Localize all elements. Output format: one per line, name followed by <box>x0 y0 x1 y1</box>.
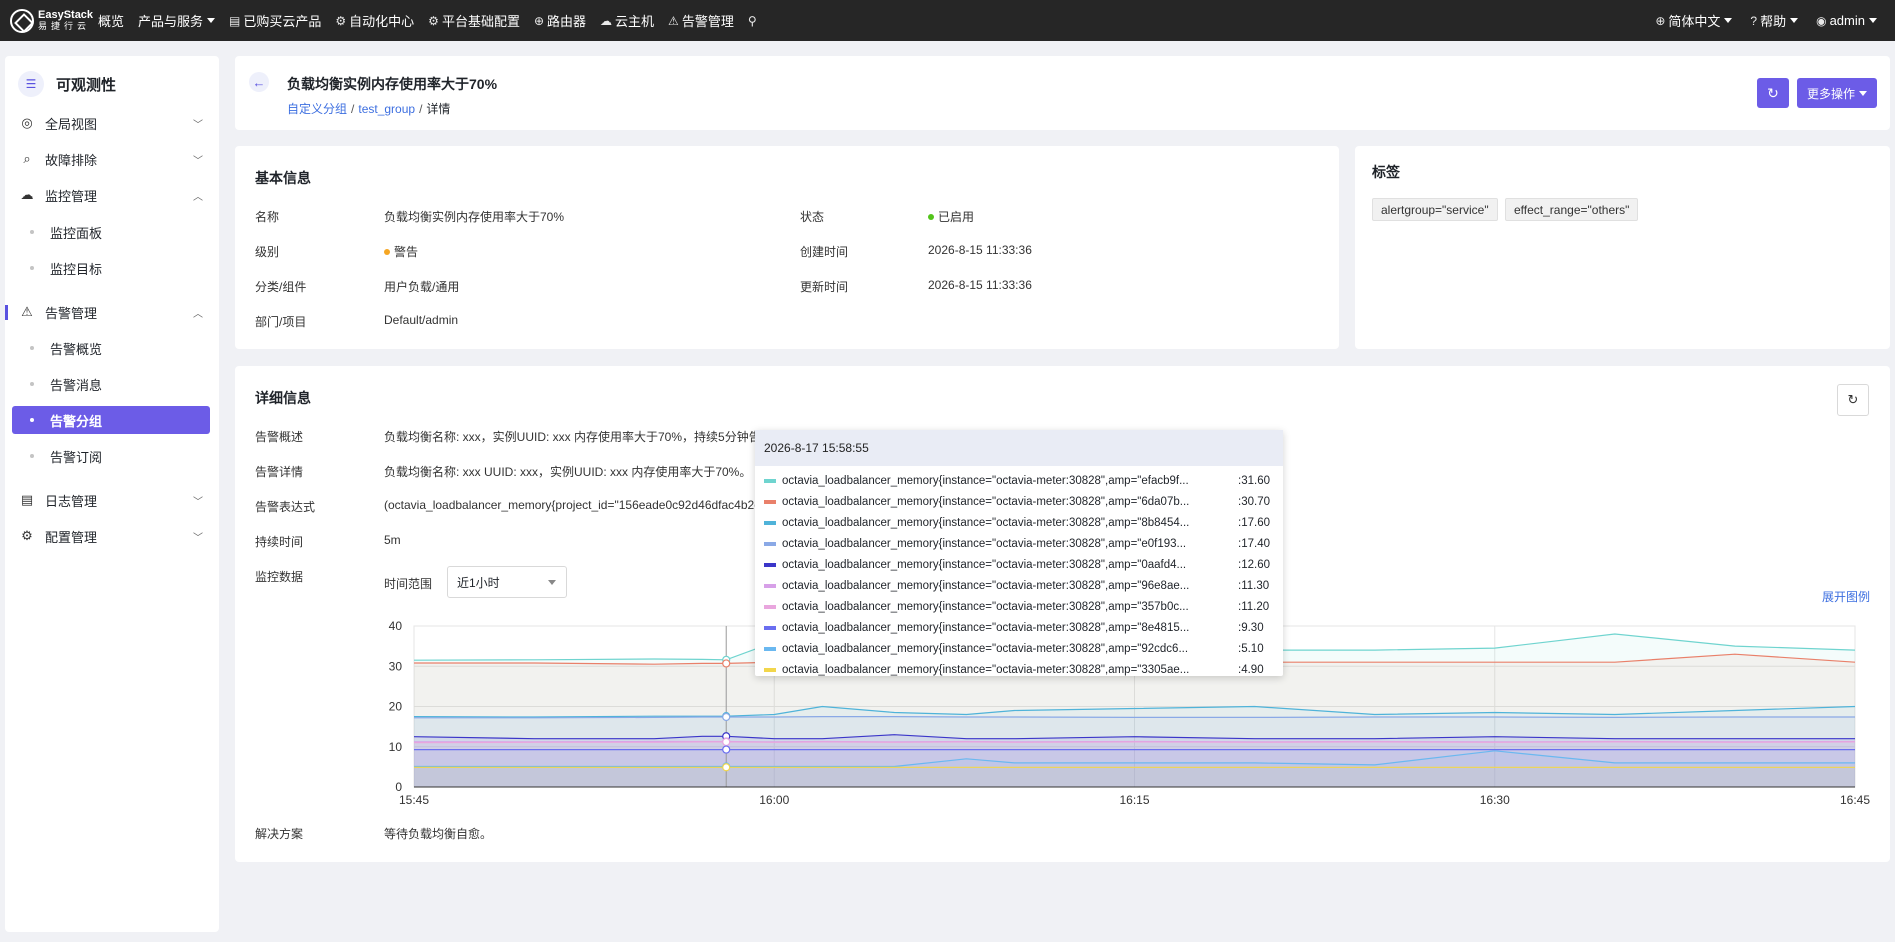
tooltip-row: octavia_loadbalancer_memory{instance="oc… <box>764 599 1274 615</box>
tooltip-row: octavia_loadbalancer_memory{instance="oc… <box>764 662 1274 678</box>
tooltip-series-name: octavia_loadbalancer_memory{instance="oc… <box>782 664 1190 676</box>
y-tick-label: 40 <box>389 619 403 633</box>
cursor-point <box>722 737 731 747</box>
tooltip-series-value: 4.90 <box>1241 664 1264 676</box>
tooltip-series-name: octavia_loadbalancer_memory{instance="oc… <box>782 475 1189 487</box>
tooltip-series-value: 31.60 <box>1241 475 1270 487</box>
x-tick-label: 16:15 <box>1119 793 1149 807</box>
cursor-point <box>722 745 731 754</box>
tooltip-row: octavia_loadbalancer_memory{instance="oc… <box>764 557 1274 573</box>
tooltip-row: octavia_loadbalancer_memory{instance="oc… <box>764 578 1274 594</box>
x-tick-label: 16:00 <box>759 793 789 807</box>
y-tick-label: 0 <box>395 780 402 794</box>
tooltip-series-name: octavia_loadbalancer_memory{instance="oc… <box>782 601 1189 613</box>
tooltip-row: octavia_loadbalancer_memory{instance="oc… <box>764 494 1274 510</box>
tooltip-series-value: 11.30 <box>1241 580 1270 592</box>
cursor-point <box>722 659 731 668</box>
series-swatch <box>764 479 776 483</box>
series-area <box>414 767 1855 787</box>
tooltip-row: octavia_loadbalancer_memory{instance="oc… <box>764 473 1274 489</box>
x-tick-label: 15:45 <box>399 793 429 807</box>
tooltip-series-name: octavia_loadbalancer_memory{instance="oc… <box>782 517 1190 529</box>
tooltip-series-value: 17.40 <box>1241 538 1270 550</box>
series-swatch <box>764 500 776 504</box>
tooltip-row: octavia_loadbalancer_memory{instance="oc… <box>764 620 1274 636</box>
x-tick-label: 16:45 <box>1840 793 1870 807</box>
series-swatch <box>764 542 776 546</box>
tooltip-series-value: 17.60 <box>1241 517 1270 529</box>
tooltip-series-value: 9.30 <box>1241 622 1264 634</box>
tooltip-row: octavia_loadbalancer_memory{instance="oc… <box>764 536 1274 552</box>
tooltip-series-value: 30.70 <box>1241 496 1270 508</box>
tooltip-time: 2026-8-17 15:58:55 <box>755 430 1283 466</box>
tooltip-series-name: octavia_loadbalancer_memory{instance="oc… <box>782 622 1190 634</box>
tooltip-row: octavia_loadbalancer_memory{instance="oc… <box>764 515 1274 531</box>
cursor-point <box>722 712 731 722</box>
tooltip-series-name: octavia_loadbalancer_memory{instance="oc… <box>782 643 1189 655</box>
tooltip-series-name: octavia_loadbalancer_memory{instance="oc… <box>782 538 1187 550</box>
cursor-point <box>722 763 731 772</box>
y-tick-label: 20 <box>389 700 403 714</box>
series-swatch <box>764 647 776 651</box>
series-swatch <box>764 626 776 630</box>
tooltip-series-value: 5.10 <box>1241 643 1264 655</box>
series-swatch <box>764 605 776 609</box>
series-swatch <box>764 563 776 567</box>
tooltip-row: octavia_loadbalancer_memory{instance="oc… <box>764 641 1274 657</box>
chart-tooltip: 2026-8-17 15:58:55 octavia_loadbalancer_… <box>755 430 1283 676</box>
series-swatch <box>764 584 776 588</box>
y-tick-label: 30 <box>389 659 403 673</box>
series-swatch <box>764 668 776 672</box>
series-swatch <box>764 521 776 525</box>
tooltip-series-name: octavia_loadbalancer_memory{instance="oc… <box>782 496 1190 508</box>
x-tick-label: 16:30 <box>1480 793 1510 807</box>
tooltip-series-name: octavia_loadbalancer_memory{instance="oc… <box>782 580 1190 592</box>
tooltip-series-value: 11.20 <box>1241 601 1270 613</box>
tooltip-series-name: octavia_loadbalancer_memory{instance="oc… <box>782 559 1187 571</box>
tooltip-series-value: 12.60 <box>1241 559 1270 571</box>
y-tick-label: 10 <box>389 740 403 754</box>
